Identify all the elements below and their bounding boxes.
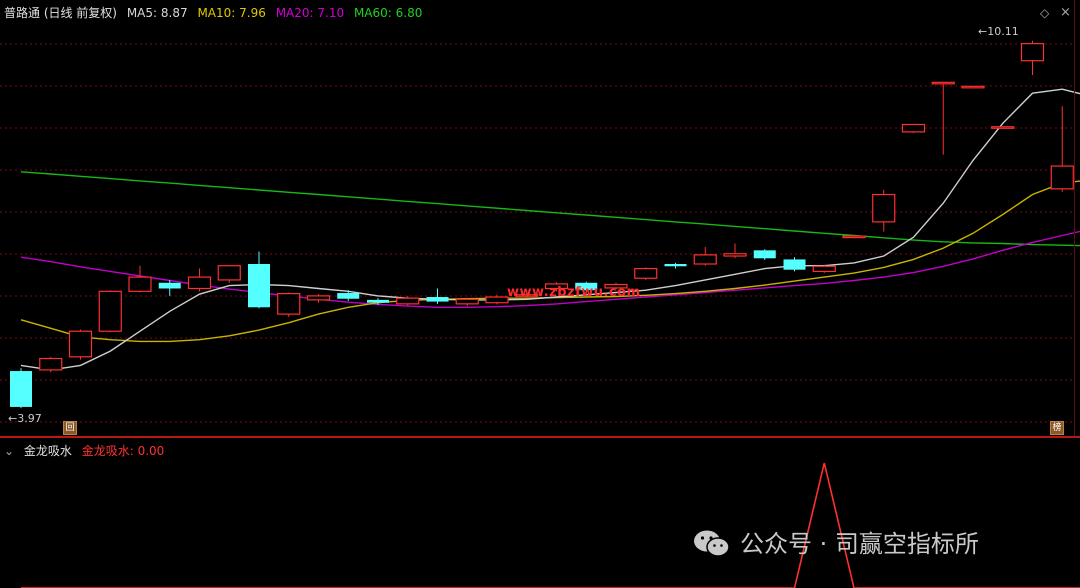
candle-body [98,290,122,332]
candlestick-chart[interactable] [0,0,1080,436]
candle-body [723,253,747,257]
stock-title[interactable]: 普路通 (日线 前复权) [4,6,117,20]
candle-body [367,299,389,303]
candle-body [485,296,509,304]
candle-body [1020,43,1045,62]
candle-body [901,123,926,133]
price-panel[interactable]: 普路通 (日线 前复权) MA5: 8.87 MA10: 7.96 MA20: … [0,0,1080,438]
arrow-left-icon: ← [978,25,988,38]
candle-body [872,193,896,223]
close-icon[interactable]: × [1060,5,1071,20]
chart-header: 普路通 (日线 前复权) MA5: 8.87 MA10: 7.96 MA20: … [4,4,428,21]
wechat-icon [694,530,730,557]
site-watermark: www.zbzfwu.com [507,285,641,300]
indicator-panel[interactable]: ⌄ 金龙吸水 金龙吸水: 0.00 [0,438,1080,588]
collapse-icon[interactable]: ⌄ [4,444,14,458]
candle-body [10,371,32,407]
candle-body [693,254,717,265]
arrow-left-icon: ← [8,412,18,425]
candle-body [217,265,241,281]
candle-body [426,297,449,302]
indicator-value: 金龙吸水: 0.00 [81,444,165,458]
candle-body [277,293,301,315]
candle-body [991,126,1015,129]
low-price-label: ←3.97 [8,412,42,425]
ma60-line [20,171,1080,247]
restore-button[interactable]: 回 [63,421,77,435]
rank-button[interactable]: 榜 [1050,421,1064,435]
candle-body [39,357,63,371]
candle-body [128,276,152,292]
account-watermark: 公众号 · 司赢空指标所 [740,530,979,558]
ma10-line [20,180,1080,343]
candle-body [306,295,331,301]
indicator-name[interactable]: 金龙吸水 [24,444,72,458]
candle-body [634,267,658,279]
candle-body [158,282,181,289]
candle-body [337,293,360,299]
candle-body [68,330,93,358]
indicator-header: ⌄ 金龙吸水 金龙吸水: 0.00 [4,442,170,459]
high-price-label: ←10.11 [978,25,1019,38]
right-axis-line [1074,0,1075,436]
candle-body [812,265,836,273]
candle-body [961,85,985,89]
ma5-label: MA5: 8.87 [126,6,188,20]
ma60-label: MA60: 6.80 [353,6,423,20]
indicator-chart [21,462,1080,588]
candle-body [455,298,479,305]
candle-body [396,297,420,305]
candle-body [842,235,866,239]
ma20-label: MA20: 7.10 [275,6,345,20]
candle-body [248,264,270,308]
candle-body [664,264,687,267]
diamond-icon[interactable]: ◇ [1040,6,1049,20]
candle-body [187,276,212,290]
candle-body [753,250,776,259]
ma10-label: MA10: 7.96 [197,6,266,20]
candle-body [783,259,806,270]
candle-body [931,81,955,85]
candle-body [1050,165,1074,190]
